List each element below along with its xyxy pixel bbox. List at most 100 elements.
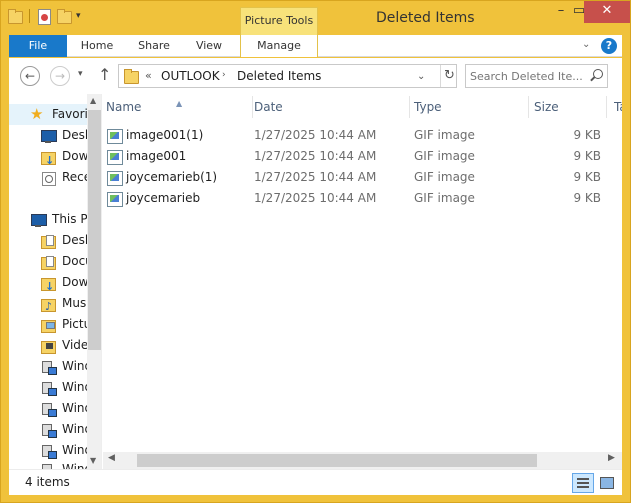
- toolbar-divider: [29, 9, 30, 23]
- nav-pane-scrollbar[interactable]: ▲ ▼: [87, 94, 101, 469]
- file-list: ▲ Name Date Type Size Tags image001(1) 1…: [103, 94, 622, 469]
- file-name: image001(1): [126, 128, 204, 142]
- column-header-name[interactable]: ▲ Name: [106, 96, 252, 118]
- file-row[interactable]: joycemarieb(1) 1/27/2025 10:44 AM GIF im…: [103, 167, 608, 188]
- nav-item-music[interactable]: Music: [9, 293, 89, 314]
- nav-item-label: Desktop: [62, 128, 89, 142]
- nav-item-label: Desktop: [62, 233, 89, 247]
- file-row[interactable]: image001(1) 1/27/2025 10:44 AM GIF image…: [103, 125, 608, 146]
- desktop-folder-icon: [40, 233, 56, 249]
- file-row[interactable]: image001 1/27/2025 10:44 AM GIF image 9 …: [103, 146, 608, 167]
- search-box[interactable]: [465, 64, 608, 88]
- nav-item-label: Music: [62, 296, 89, 310]
- gif-image-icon: [107, 149, 123, 165]
- up-folder-button[interactable]: ↑: [98, 65, 111, 84]
- nav-item-favorites[interactable]: Favorites: [9, 104, 89, 125]
- nav-item-downloads[interactable]: Downloads: [9, 272, 89, 293]
- file-row[interactable]: joycemarieb 1/27/2025 10:44 AM GIF image…: [103, 188, 608, 209]
- customize-toolbar-icon[interactable]: ▾: [76, 11, 81, 21]
- nav-item-this-pc[interactable]: This PC: [9, 209, 89, 230]
- column-header-date[interactable]: Date: [254, 96, 409, 118]
- scroll-left-icon[interactable]: ◀: [108, 453, 115, 463]
- column-divider[interactable]: [606, 96, 607, 118]
- column-header-size[interactable]: Size: [534, 96, 606, 118]
- search-icon[interactable]: [589, 69, 603, 83]
- details-view-icon[interactable]: [572, 473, 594, 493]
- scroll-right-icon[interactable]: ▶: [608, 453, 615, 463]
- nav-item-windows-drive[interactable]: Windows: [9, 356, 89, 377]
- tab-file[interactable]: File: [9, 35, 67, 57]
- nav-item-recent-places[interactable]: Recent places: [9, 167, 89, 188]
- scrollbar-thumb[interactable]: [88, 110, 101, 350]
- nav-item-windows-drive[interactable]: Windows: [9, 440, 89, 461]
- nav-item-windows-drive[interactable]: Windows: [9, 377, 89, 398]
- nav-item-desktop[interactable]: Desktop: [9, 230, 89, 251]
- nav-item-label: Pictures: [62, 317, 89, 331]
- close-button[interactable]: ✕: [584, 1, 630, 23]
- scroll-down-icon[interactable]: ▼: [90, 456, 96, 465]
- properties-icon[interactable]: [36, 8, 52, 25]
- recent-locations-icon[interactable]: ▾: [78, 69, 83, 79]
- downloads-folder-icon: [40, 275, 56, 293]
- videos-folder-icon: [40, 338, 56, 354]
- tab-share[interactable]: Share: [133, 35, 175, 57]
- file-date: 1/27/2025 10:44 AM: [254, 128, 377, 142]
- refresh-button[interactable]: ↻: [440, 65, 458, 87]
- nav-item-label: Windows: [62, 359, 89, 373]
- file-name: joycemarieb: [126, 191, 201, 205]
- nav-item-label: Videos: [62, 338, 89, 352]
- search-input[interactable]: [470, 68, 582, 84]
- tab-view[interactable]: View: [191, 35, 227, 57]
- file-size: 9 KB: [573, 149, 601, 163]
- nav-item-videos[interactable]: Videos: [9, 335, 89, 356]
- network-drive-icon: [40, 443, 57, 459]
- breadcrumb-overflow[interactable]: «: [145, 69, 152, 82]
- nav-item-windows-drive[interactable]: Windows: [9, 419, 89, 440]
- new-folder-icon[interactable]: [56, 8, 72, 24]
- nav-item-label: Windows: [62, 401, 89, 415]
- tab-manage[interactable]: Manage: [240, 35, 318, 57]
- nav-item-pictures[interactable]: Pictures: [9, 314, 89, 335]
- network-drive-icon: [40, 422, 57, 438]
- help-icon[interactable]: ?: [601, 38, 617, 54]
- gif-image-icon: [107, 191, 123, 207]
- nav-item-windows-drive[interactable]: Windows: [9, 459, 89, 469]
- nav-item-label: Favorites: [52, 107, 89, 121]
- star-icon: [30, 104, 46, 125]
- column-header-tags[interactable]: Tags: [614, 96, 622, 118]
- back-button[interactable]: ←: [20, 66, 40, 86]
- forward-button[interactable]: →: [50, 66, 70, 86]
- scroll-up-icon[interactable]: ▲: [90, 96, 96, 105]
- item-count: 4 items: [25, 475, 70, 489]
- file-type: GIF image: [414, 170, 475, 184]
- column-header-type[interactable]: Type: [414, 96, 528, 118]
- chevron-down-icon[interactable]: ⌄: [417, 71, 425, 82]
- navigation-bar: ← → ▾ ↑ « OUTLOOK › Deleted Items ⌄ ↻: [9, 58, 622, 94]
- column-divider[interactable]: [252, 96, 253, 118]
- breadcrumb-outlook[interactable]: OUTLOOK: [161, 69, 220, 83]
- chevron-right-icon[interactable]: ›: [222, 70, 226, 80]
- scrollbar-thumb[interactable]: [137, 454, 537, 467]
- file-type: GIF image: [414, 191, 475, 205]
- large-icons-view-icon[interactable]: [596, 473, 618, 493]
- column-divider[interactable]: [409, 96, 410, 118]
- network-drive-icon: [40, 462, 56, 469]
- file-name: joycemarieb(1): [126, 170, 218, 184]
- nav-item-windows-drive[interactable]: Windows: [9, 398, 89, 419]
- tab-home[interactable]: Home: [75, 35, 119, 57]
- music-folder-icon: [40, 296, 56, 314]
- file-date: 1/27/2025 10:44 AM: [254, 170, 377, 184]
- nav-item-desktop[interactable]: Desktop: [9, 125, 89, 146]
- column-divider[interactable]: [528, 96, 529, 118]
- address-bar[interactable]: « OUTLOOK › Deleted Items ⌄ ↻: [118, 64, 457, 88]
- nav-item-documents[interactable]: Documents: [9, 251, 89, 272]
- ribbon-tabs: File Home Share View Manage ⌄ ?: [9, 35, 622, 57]
- file-type: GIF image: [414, 128, 475, 142]
- explorer-window: ▾ Picture Tools Deleted Items – ▭ ✕ File…: [0, 0, 631, 503]
- ribbon-expand-icon[interactable]: ⌄: [582, 39, 590, 50]
- breadcrumb-deleted-items[interactable]: Deleted Items: [237, 69, 321, 83]
- horizontal-scrollbar[interactable]: ◀ ▶: [103, 452, 622, 469]
- nav-item-downloads[interactable]: Downloads: [9, 146, 89, 167]
- file-date: 1/27/2025 10:44 AM: [254, 149, 377, 163]
- title-bar: ▾ Picture Tools Deleted Items – ▭ ✕: [1, 1, 630, 35]
